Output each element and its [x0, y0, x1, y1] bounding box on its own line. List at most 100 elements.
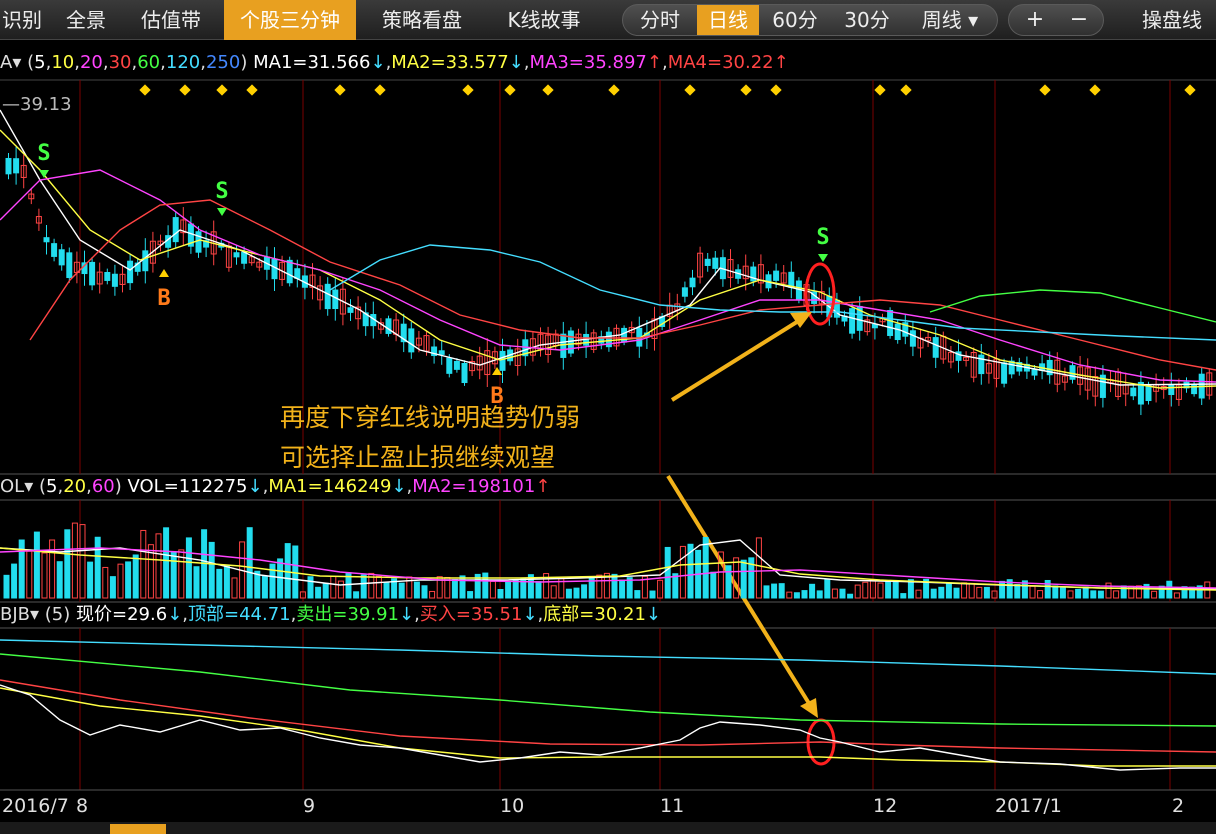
annotation-line-1: 再度下穿红线说明趋势仍弱	[280, 403, 581, 432]
volume-bar-down	[710, 571, 717, 599]
volume-bar-up	[679, 545, 686, 599]
price_legend-indicator-select[interactable]: A▾	[0, 52, 21, 73]
annotation-line-2: 可选择止盈止损继续观望	[280, 443, 556, 472]
volume-bar-down	[497, 588, 504, 599]
candle-down	[51, 243, 58, 257]
event-diamond-icon	[874, 84, 886, 96]
volume-bar-down	[185, 537, 192, 599]
candle-down	[127, 260, 134, 284]
volume-bar-up	[71, 522, 78, 599]
kline-chart[interactable]: —39.13SSBBS2016/7 8 9 10 11 12 2017/1 2	[0, 0, 1216, 834]
candle-down	[1168, 384, 1175, 396]
candle-down	[773, 270, 780, 281]
legend-param: (5)	[44, 604, 71, 625]
volume-bar-up	[550, 585, 557, 599]
volume-bar-up	[489, 580, 496, 599]
volume-bar-down	[277, 558, 284, 599]
volume-bar-up	[1029, 585, 1036, 599]
signal-sell: S	[215, 179, 228, 204]
volume-bar-up	[79, 524, 86, 599]
volume-bar-down	[193, 566, 200, 599]
volume-bar-down	[3, 574, 10, 599]
event-diamond-icon	[1039, 84, 1051, 96]
legend-value: 卖出=39.91	[296, 604, 399, 625]
candle-down	[689, 277, 696, 288]
legend-param: (	[38, 476, 46, 497]
candle-down	[453, 360, 460, 370]
volume-bar-down	[11, 563, 18, 599]
event-diamond-icon	[1089, 84, 1101, 96]
volume-bar-down	[94, 536, 101, 599]
candle-down	[446, 357, 453, 374]
trend-arrow-icon: ↓	[370, 52, 386, 73]
legend-param: 5	[34, 52, 46, 73]
trend-arrow-icon: ↑	[773, 52, 789, 73]
legend-value: 现价=29.6	[76, 604, 168, 625]
scroll-bar[interactable]	[0, 822, 1216, 834]
bjb_legend-indicator-select[interactable]: BJB▾	[0, 604, 39, 625]
candle-down	[887, 310, 894, 336]
candle-down	[712, 257, 719, 269]
event-diamond-icon	[462, 84, 474, 96]
volume-bar-down	[87, 561, 94, 599]
volume-bar-up	[1113, 590, 1120, 599]
volume-bar-down	[672, 573, 679, 599]
trend-arrow-icon: ↓	[167, 604, 183, 625]
volume-bar-down	[778, 583, 785, 599]
x-axis-label: 11	[660, 795, 684, 817]
legend-param: 60	[91, 476, 115, 497]
sell-arrow-icon	[818, 254, 828, 262]
volume-bar-up	[49, 539, 56, 599]
x-axis-label: 2017/1	[995, 795, 1062, 817]
volume-bar-down	[1090, 590, 1097, 599]
volume-bar-down	[938, 586, 945, 599]
volume-bar-down	[763, 585, 770, 599]
volume-bar-down	[535, 581, 542, 599]
candle-down	[271, 258, 278, 280]
volume-bar-down	[573, 587, 580, 599]
volume-bar-down	[459, 575, 466, 599]
volume-bar-up	[596, 574, 603, 599]
volume-bar-down	[383, 582, 390, 599]
ma30-line	[29, 199, 1216, 371]
event-diamond-icon	[608, 84, 620, 96]
volume-bar-up	[854, 584, 861, 599]
candle-down	[1069, 365, 1076, 380]
legend-value: MA4=30.22	[667, 52, 774, 73]
annotation-arrow	[670, 318, 802, 402]
volume-bar-up	[231, 577, 238, 599]
volume-bar-down	[740, 559, 747, 599]
vol_legend-indicator-select[interactable]: OL▾	[0, 476, 33, 497]
volume-bar-down	[1097, 590, 1104, 599]
signal-sell: S	[37, 141, 50, 166]
volume-bar-up	[831, 588, 838, 599]
volume-bar-down	[413, 581, 420, 599]
volume-bar-down	[261, 575, 268, 599]
volume-bar-down	[1075, 588, 1082, 599]
volume-bar-down	[581, 584, 588, 599]
volume-bar-down	[223, 564, 230, 599]
candle-down	[894, 323, 901, 341]
scroll-thumb[interactable]	[110, 824, 166, 834]
volume-bar-down	[900, 593, 907, 599]
volume-bar-down	[56, 561, 63, 599]
volume-bar-down	[208, 541, 215, 599]
volume-bar-up	[915, 589, 922, 599]
volume-bar-down	[467, 591, 474, 599]
candle-down	[233, 252, 240, 258]
trend-arrow-icon: ↓	[247, 476, 263, 497]
candle-down	[13, 158, 20, 174]
volume-bar-down	[512, 579, 519, 599]
volume-bar-down	[360, 574, 367, 599]
volume-bar-down	[1014, 584, 1021, 599]
volume-bar-down	[170, 551, 177, 599]
volume-bar-down	[1082, 586, 1089, 599]
candles	[5, 146, 1213, 416]
volume-bar-down	[809, 583, 816, 599]
volume-bar-down	[611, 573, 618, 599]
candle-down	[909, 330, 916, 347]
volume-bar-down	[246, 527, 253, 599]
candle-down	[1145, 385, 1152, 402]
volume-bar-up	[968, 582, 975, 599]
volume-bar-up	[862, 581, 869, 599]
